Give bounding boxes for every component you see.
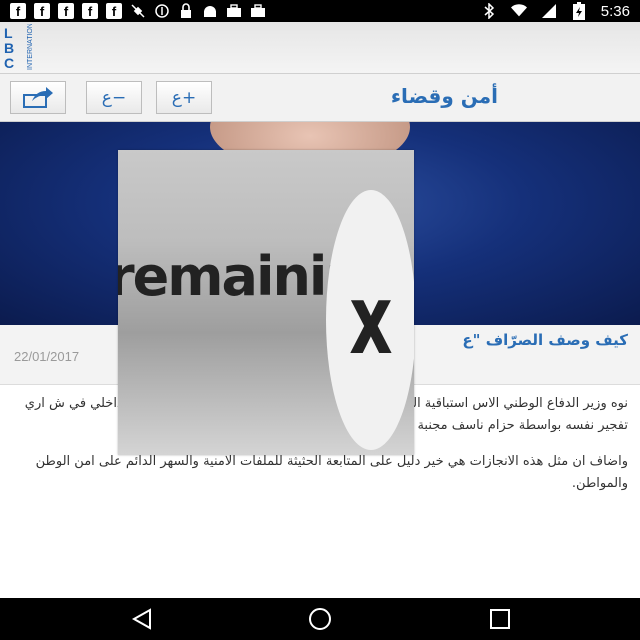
android-icon xyxy=(202,3,218,19)
facebook-icon: f xyxy=(82,3,98,19)
briefcase-icon xyxy=(250,3,266,19)
facebook-icon: f xyxy=(106,3,122,19)
font-increase-button[interactable]: ع+ xyxy=(156,81,212,114)
facebook-icon: f xyxy=(58,3,74,19)
app-header: L B C INTERNATIONAL xyxy=(0,14,640,74)
briefcase-icon xyxy=(226,3,242,19)
facebook-icon: f xyxy=(10,3,26,19)
system-icons: 5:36 xyxy=(481,2,630,20)
lock-icon xyxy=(178,3,194,19)
share-button[interactable] xyxy=(10,81,66,114)
share-icon xyxy=(23,86,53,108)
svg-text:C: C xyxy=(4,55,14,71)
wifi-icon xyxy=(510,3,527,19)
recents-icon xyxy=(490,609,510,629)
notification-icons: f f f f f xyxy=(10,3,266,19)
clock: 5:36 xyxy=(600,2,630,20)
font-decrease-button[interactable]: ع− xyxy=(86,81,142,114)
cellular-icon xyxy=(541,3,557,19)
facebook-icon: f xyxy=(34,3,50,19)
back-icon xyxy=(131,608,151,630)
back-button[interactable] xyxy=(127,606,157,632)
bluetooth-icon xyxy=(481,3,497,19)
overlay-ad[interactable]: remaining x xyxy=(118,150,414,455)
status-bar: f f f f f 5:36 xyxy=(0,0,640,22)
home-button[interactable] xyxy=(305,606,335,632)
article-headline: كيف وصف الصرّاف "ع xyxy=(462,331,628,349)
ad-close-button[interactable]: x xyxy=(326,190,414,450)
home-icon xyxy=(309,608,331,630)
svg-text:L: L xyxy=(4,25,13,41)
recents-button[interactable] xyxy=(485,606,515,632)
svg-text:INTERNATIONAL: INTERNATIONAL xyxy=(27,24,34,70)
section-title: أمن وقضاء xyxy=(390,84,498,108)
lbc-logo[interactable]: L B C INTERNATIONAL xyxy=(2,14,42,72)
close-icon: x xyxy=(349,264,393,376)
battery-icon xyxy=(571,2,587,20)
article-paragraph: واضاف ان مثل هذه الانجازات هي خير دليل ع… xyxy=(35,454,628,491)
navigation-bar xyxy=(0,598,640,640)
svg-text:B: B xyxy=(4,40,14,56)
article-toolbar: ع− ع+ أمن وقضاء xyxy=(0,74,640,122)
signal-blocked-icon xyxy=(154,3,170,19)
satellite-icon xyxy=(130,3,146,19)
article-date: 22/01/2017 xyxy=(14,349,80,364)
